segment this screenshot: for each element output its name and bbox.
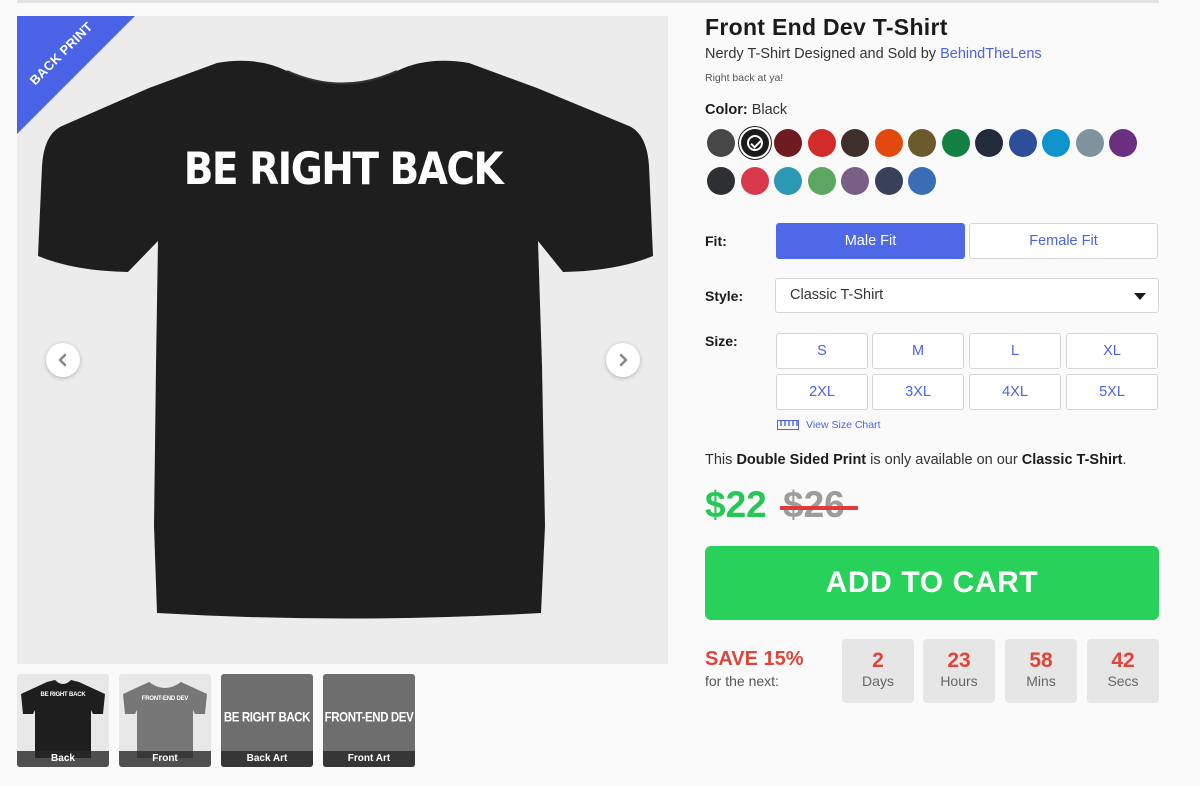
shirt-print-text: BE RIGHT BACK xyxy=(183,143,504,196)
countdown-unit: Days xyxy=(862,673,894,689)
top-divider xyxy=(17,0,1159,3)
add-to-cart-button[interactable]: ADD TO CART xyxy=(705,546,1159,620)
color-swatch[interactable] xyxy=(1075,129,1104,157)
color-swatch[interactable] xyxy=(1042,129,1070,157)
size-3xl-button[interactable]: 3XL xyxy=(872,374,964,410)
next-image-button[interactable] xyxy=(606,343,640,377)
thumbnail-label: Back Art xyxy=(221,751,313,767)
thumbnail-strip: BE RIGHT BACK Back FRONT-END DEV Front B… xyxy=(17,674,415,767)
countdown-secs: 42 Secs xyxy=(1087,639,1159,703)
thumbnail-label: Back xyxy=(17,751,109,767)
product-image-gallery[interactable]: BACK PRINT BE RIGHT BACK xyxy=(17,16,668,664)
thumbnail-label: Front xyxy=(119,751,211,767)
thumb-print-text: FRONT-END DEV xyxy=(141,696,189,702)
size-2xl-button[interactable]: 2XL xyxy=(776,374,868,410)
style-dropdown[interactable]: Classic T-Shirt xyxy=(775,278,1159,313)
previous-image-button[interactable] xyxy=(46,343,80,377)
color-swatch[interactable] xyxy=(774,129,802,157)
notice-bold-print: Double Sided Print xyxy=(736,452,867,468)
countdown-value: 23 xyxy=(947,649,971,672)
save-subtext: for the next: xyxy=(705,673,779,689)
product-tagline: Right back at ya! xyxy=(705,72,784,84)
color-swatch[interactable] xyxy=(740,129,769,157)
color-swatch[interactable] xyxy=(707,167,735,195)
chevron-right-icon xyxy=(619,353,628,367)
color-swatch[interactable] xyxy=(707,129,735,157)
countdown-value: 2 xyxy=(872,649,884,672)
color-swatch[interactable] xyxy=(874,129,903,157)
notice-bold-style: Classic T-Shirt xyxy=(1021,452,1123,468)
thumbnail-label: Front Art xyxy=(323,751,415,767)
thumb-print-text: BE RIGHT BACK xyxy=(40,692,86,698)
size-5xl-button[interactable]: 5XL xyxy=(1066,374,1158,410)
ruler-icon xyxy=(777,420,799,430)
countdown-days: 2 Days xyxy=(842,639,914,703)
countdown-unit: Hours xyxy=(940,673,978,689)
color-swatch[interactable] xyxy=(1109,129,1137,157)
countdown-value: 42 xyxy=(1111,649,1135,672)
size-s-button[interactable]: S xyxy=(776,333,868,369)
size-4xl-button[interactable]: 4XL xyxy=(969,374,1061,410)
color-swatch[interactable] xyxy=(908,167,936,195)
chevron-left-icon xyxy=(58,353,67,367)
countdown-unit: Secs xyxy=(1107,673,1139,689)
countdown-hours: 23 Hours xyxy=(923,639,995,703)
thumbnail-back[interactable]: BE RIGHT BACK Back xyxy=(17,674,109,767)
thumbnail-front-art[interactable]: FRONT-END DEV Front Art xyxy=(323,674,415,767)
notice-middle: is only available on our xyxy=(870,452,1018,468)
art-print-text: BE RIGHT BACK xyxy=(223,710,311,726)
color-swatch[interactable] xyxy=(807,129,836,157)
color-label-text: Color: xyxy=(705,102,748,118)
color-swatch[interactable] xyxy=(1008,129,1037,157)
art-print-text: FRONT-END DEV xyxy=(324,710,414,726)
notice-prefix: This xyxy=(705,452,733,468)
original-price-text: $26 xyxy=(783,484,845,525)
female-fit-button[interactable]: Female Fit xyxy=(969,223,1158,259)
size-m-button[interactable]: M xyxy=(872,333,964,369)
thumbnail-front[interactable]: FRONT-END DEV Front xyxy=(119,674,211,767)
check-icon xyxy=(746,135,763,151)
size-chart-text: View Size Chart xyxy=(806,419,881,431)
color-label: Color: Black xyxy=(705,102,787,118)
size-l-button[interactable]: L xyxy=(969,333,1061,369)
size-label: Size: xyxy=(705,333,738,349)
byline-prefix: Nerdy T-Shirt Designed and Sold by xyxy=(705,46,937,62)
style-label: Style: xyxy=(705,288,744,304)
male-fit-button[interactable]: Male Fit xyxy=(776,223,965,259)
size-xl-button[interactable]: XL xyxy=(1066,333,1158,369)
color-swatch[interactable] xyxy=(740,167,769,195)
color-value: Black xyxy=(751,102,788,118)
color-swatch[interactable] xyxy=(807,167,836,195)
color-swatch[interactable] xyxy=(941,129,970,157)
price-strikethrough xyxy=(780,506,858,510)
color-swatch[interactable] xyxy=(874,167,903,195)
notice-suffix: . xyxy=(1122,452,1127,468)
countdown-value: 58 xyxy=(1029,649,1053,672)
countdown-unit: Mins xyxy=(1026,673,1056,689)
tshirt-image xyxy=(38,60,653,619)
color-swatch[interactable] xyxy=(841,129,869,157)
color-swatch[interactable] xyxy=(774,167,802,195)
fit-label: Fit: xyxy=(705,233,727,249)
author-link[interactable]: BehindTheLens xyxy=(940,46,1042,62)
color-swatch[interactable] xyxy=(908,129,936,157)
double-sided-notice: This Double Sided Print is only availabl… xyxy=(705,452,1126,468)
product-byline: Nerdy T-Shirt Designed and Sold by Behin… xyxy=(705,46,1042,62)
color-swatch[interactable] xyxy=(975,129,1003,157)
color-swatch[interactable] xyxy=(841,167,869,195)
original-price: $26 xyxy=(780,484,858,526)
product-title: Front End Dev T-Shirt xyxy=(705,14,948,40)
style-value: Classic T-Shirt xyxy=(790,287,884,303)
save-percent: SAVE 15% xyxy=(705,648,804,670)
thumbnail-back-art[interactable]: BE RIGHT BACK Back Art xyxy=(221,674,313,767)
size-chart-link[interactable]: View Size Chart xyxy=(777,419,881,431)
countdown-mins: 58 Mins xyxy=(1005,639,1077,703)
current-price: $22 xyxy=(705,484,767,525)
caret-down-icon xyxy=(1134,293,1146,300)
